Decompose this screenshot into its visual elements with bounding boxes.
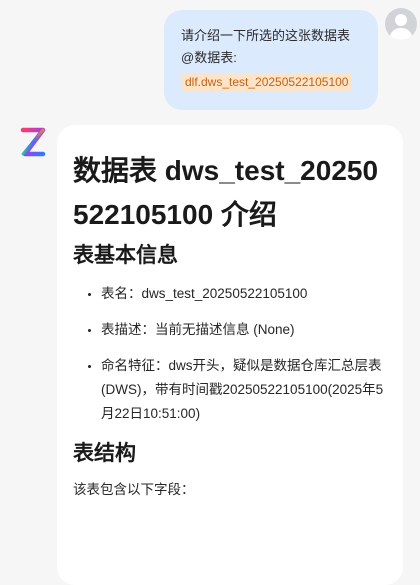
user-avatar-icon[interactable]: [385, 8, 417, 40]
list-item-naming-feature: 命名特征：dws开头，疑似是数据仓库汇总层表(DWS)，带有时间戳2025052…: [101, 354, 387, 426]
user-message-line-1: 请介绍一下所选的这张数据表: [181, 28, 351, 43]
structure-intro-text: 该表包含以下字段：: [73, 482, 195, 497]
list-item-table-description: 表描述：当前无描述信息 (None): [101, 318, 387, 342]
section-heading-basic-info: 表基本信息: [73, 244, 178, 267]
user-message-row: 请介绍一下所选的这张数据表 @数据表: dlf.dws_test_2025052…: [0, 0, 420, 120]
basic-info-list: 表名：dws_test_20250522105100 表描述：当前无描述信息 (…: [73, 282, 387, 426]
avatar-head-shape: [395, 14, 407, 26]
assistant-logo-icon: [20, 127, 46, 157]
assistant-message-card: 数据表 dws_test_20250522105100 介绍 表基本信息 表名：…: [57, 125, 403, 585]
dataset-tag[interactable]: dlf.dws_test_20250522105100: [181, 73, 353, 91]
user-message-line-2: @数据表:: [181, 50, 237, 65]
assistant-title: 数据表 dws_test_20250522105100 介绍: [73, 155, 379, 230]
user-message-bubble: 请介绍一下所选的这张数据表 @数据表: dlf.dws_test_2025052…: [164, 10, 378, 110]
avatar-shoulders-shape: [390, 28, 412, 40]
list-item-table-name: 表名：dws_test_20250522105100: [101, 282, 387, 306]
section-heading-structure: 表结构: [73, 442, 136, 465]
